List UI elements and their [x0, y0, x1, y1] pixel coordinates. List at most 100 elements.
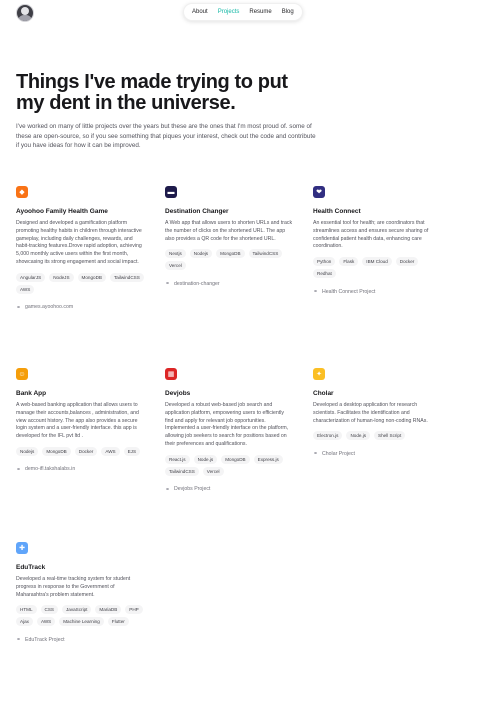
- link-icon: ⚭: [16, 466, 22, 473]
- project-card[interactable]: ✚ EduTrack Developed a real-time tracking …: [16, 542, 144, 643]
- bank-logo-icon: ☺: [16, 368, 28, 380]
- link-icon: ⚭: [16, 637, 22, 644]
- tech-tag: Nextjs: [165, 249, 186, 259]
- tech-tag: NodeJS: [49, 272, 74, 282]
- tech-tag: AWS: [36, 617, 56, 627]
- tech-tag: Flask: [339, 257, 359, 267]
- tech-tag: AWS: [101, 446, 120, 456]
- link-icon: ⚭: [165, 281, 171, 288]
- project-link-text[interactable]: Devjobs Project: [174, 486, 210, 492]
- nav-resume[interactable]: Resume: [249, 9, 271, 15]
- tech-tag: CSS: [40, 605, 58, 615]
- tech-tag: Vercel: [165, 261, 186, 271]
- project-description: Developed a desktop application for rese…: [313, 402, 428, 424]
- tech-tags: Nodejs MongoDB Docker AWS EJS: [16, 446, 144, 456]
- project-card[interactable]: ▦ Devjobs Developed a robust web-based job…: [165, 368, 293, 493]
- project-link-text[interactable]: demo-ifl.takshalabs.in: [25, 466, 75, 472]
- project-title: Ayoohoo Family Health Game: [16, 208, 108, 215]
- page-intro: I've worked on many of little projects o…: [16, 123, 316, 149]
- project-link[interactable]: ⚭ Health Connect Project: [313, 288, 441, 296]
- tech-tag: MongoDB: [216, 249, 245, 259]
- tech-tag: IBM Cloud: [362, 257, 392, 267]
- nav-blog[interactable]: Blog: [282, 9, 294, 15]
- project-description: Designed and developed a gamification pl…: [16, 220, 142, 265]
- project-link[interactable]: ⚭ Cholar Project: [313, 450, 441, 458]
- project-description: Developed a real-time tracking system fo…: [16, 576, 131, 598]
- project-link[interactable]: ⚭ destination-changer: [165, 280, 293, 288]
- tech-tags: Python Flask IBM Cloud Docker Redhat: [313, 257, 441, 279]
- project-link[interactable]: ⚭ Devjobs Project: [165, 486, 293, 493]
- tech-tag: TailwindCSS: [165, 466, 199, 476]
- tech-tag: Redhat: [313, 269, 336, 279]
- project-title: Destination Changer: [165, 208, 229, 215]
- tech-tag: Nodejs: [16, 446, 39, 456]
- tech-tag: AWS: [16, 284, 35, 294]
- tech-tag: Node.js: [193, 454, 218, 464]
- tech-tag: HTML: [16, 605, 37, 615]
- project-description: A Web app that allows users to shorten U…: [165, 220, 293, 242]
- project-title: EduTrack: [16, 564, 46, 571]
- project-card[interactable]: ▬ Destination Changer A Web app that allow…: [165, 186, 293, 287]
- tech-tags: Nextjs Nodejs MongoDB TailwindCSS Vercel: [165, 249, 293, 271]
- tech-tag: Nodejs: [189, 249, 213, 259]
- project-description: An essential tool for health; are coordi…: [313, 220, 429, 250]
- tech-tag: Machine Learning: [59, 617, 104, 627]
- project-link-text[interactable]: Cholar Project: [322, 451, 355, 457]
- tech-tags: HTML CSS JavaScript MariaDB PHP Ajax AWS Machin…: [16, 605, 144, 627]
- tech-tags: React.js Node.js MongoDB Express.js Tailwind…: [165, 454, 293, 476]
- tech-tag: Express.js: [253, 454, 283, 464]
- nav-about[interactable]: About: [192, 9, 208, 15]
- tech-tags: Electron.js Node.js Shell Script: [313, 431, 441, 441]
- project-link-text[interactable]: EduTrack Project: [25, 637, 65, 643]
- project-link[interactable]: ⚭ games.ayoohoo.com: [16, 304, 144, 311]
- tech-tag: Flutter: [107, 617, 129, 627]
- tech-tag: Node.js: [346, 431, 371, 441]
- tech-tag: JavaScript: [61, 605, 92, 615]
- link-icon: ⚭: [313, 289, 319, 296]
- project-link[interactable]: ⚭ EduTrack Project: [16, 636, 144, 644]
- project-title: Bank App: [16, 390, 47, 397]
- project-title: Health Connect: [313, 208, 361, 215]
- project-card[interactable]: ✦ Cholar Developed a desktop application f…: [313, 368, 441, 457]
- url-logo-icon: ▬: [165, 186, 177, 198]
- project-title: Devjobs: [165, 390, 191, 397]
- project-link-text[interactable]: Health Connect Project: [322, 289, 375, 295]
- top-nav: About Projects Resume Blog: [183, 3, 303, 21]
- tech-tag: TailwindCSS: [248, 249, 283, 259]
- tech-tag: MongoDB: [77, 272, 106, 282]
- tech-tag: TailwindCSS: [109, 272, 144, 282]
- tech-tag: Docker: [74, 446, 98, 456]
- tech-tag: AngularJS: [16, 272, 46, 282]
- tech-tag: Ajax: [16, 617, 33, 627]
- tech-tag: Electron.js: [313, 431, 343, 441]
- tech-tag: Docker: [395, 257, 419, 267]
- project-link[interactable]: ⚭ demo-ifl.takshalabs.in: [16, 466, 144, 473]
- research-logo-icon: ✦: [313, 368, 325, 380]
- project-description: A web-based banking application that all…: [16, 402, 139, 440]
- jobs-logo-icon: ▦: [165, 368, 177, 380]
- nav-projects[interactable]: Projects: [218, 9, 240, 15]
- tech-tag: PHP: [125, 605, 143, 615]
- project-title: Cholar: [313, 390, 334, 397]
- project-description: Developed a robust web-based job search …: [165, 402, 289, 447]
- link-icon: ⚭: [165, 486, 171, 493]
- page-title: Things I've made trying to put my dent i…: [16, 71, 288, 114]
- tech-tag: EJS: [123, 446, 141, 456]
- project-card[interactable]: ◆ Ayoohoo Family Health Game Designed and …: [16, 186, 144, 311]
- project-link-text[interactable]: games.ayoohoo.com: [25, 304, 73, 310]
- edu-logo-icon: ✚: [16, 542, 28, 554]
- tech-tag: Shell Script: [374, 431, 406, 441]
- tech-tag: Python: [313, 257, 336, 267]
- avatar[interactable]: [16, 4, 34, 22]
- link-icon: ⚭: [313, 451, 319, 458]
- tech-tag: React.js: [165, 454, 190, 464]
- game-logo-icon: ◆: [16, 186, 28, 198]
- heart-logo-icon: ❤: [313, 186, 325, 198]
- link-icon: ⚭: [16, 304, 22, 311]
- project-card[interactable]: ❤ Health Connect An essential tool for hea…: [313, 186, 441, 295]
- project-card[interactable]: ☺ Bank App A web-based banking application…: [16, 368, 144, 473]
- project-link-text[interactable]: destination-changer: [174, 281, 220, 287]
- tech-tags: AngularJS NodeJS MongoDB TailwindCSS AWS: [16, 272, 144, 294]
- tech-tag: MongoDB: [42, 446, 71, 456]
- tech-tag: MongoDB: [221, 454, 250, 464]
